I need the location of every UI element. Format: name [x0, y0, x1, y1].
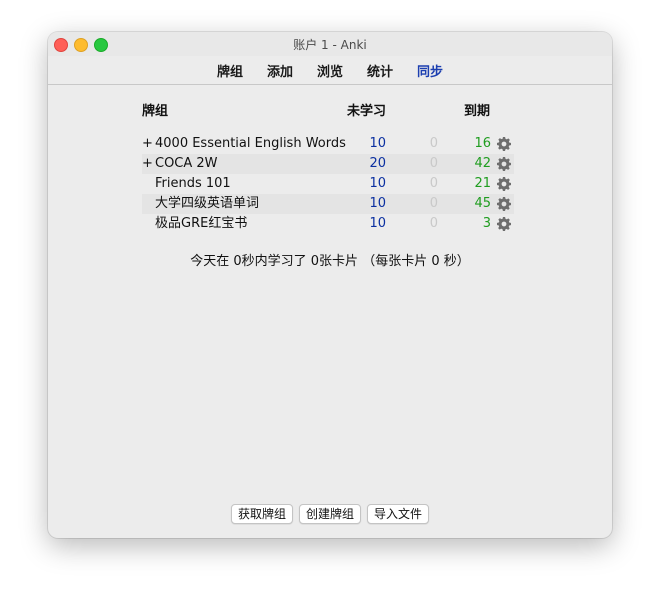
deck-row[interactable]: + COCA 2W 20 0 42 [142, 154, 514, 174]
create-deck-button[interactable]: 创建牌组 [298, 504, 361, 524]
title-bar[interactable]: 账户 1 - Anki [48, 32, 612, 56]
due-count: 21 [474, 176, 491, 191]
deck-row[interactable]: 极品GRE红宝书 10 0 3 [142, 214, 514, 234]
due-count: 3 [482, 216, 491, 231]
learn-count: 0 [429, 196, 438, 211]
learn-count: 0 [429, 156, 438, 171]
expand-toggle[interactable]: + [142, 154, 153, 174]
due-count: 42 [474, 156, 491, 171]
import-file-button[interactable]: 导入文件 [367, 504, 430, 524]
header-new: 未学习 [347, 104, 387, 119]
header-deck: 牌组 [142, 104, 169, 119]
deck-name[interactable]: 4000 Essential English Words [155, 134, 346, 154]
deck-name[interactable]: 极品GRE红宝书 [155, 214, 247, 234]
gear-icon[interactable] [496, 176, 512, 192]
gear-icon[interactable] [496, 136, 512, 152]
deck-row[interactable]: + 4000 Essential English Words 10 0 16 [142, 134, 514, 154]
new-count: 20 [369, 156, 386, 171]
get-shared-decks-button[interactable]: 获取牌组 [230, 504, 293, 524]
learn-count: 0 [429, 216, 438, 231]
deck-row[interactable]: 大学四级英语单词 10 0 45 [142, 194, 514, 214]
learn-count: 0 [429, 176, 438, 191]
learn-count: 0 [429, 136, 438, 151]
tab-sync[interactable]: 同步 [417, 61, 443, 80]
study-summary: 今天在 0秒内学习了 0张卡片 （每张卡片 0 秒） [190, 254, 470, 269]
tab-add[interactable]: 添加 [267, 61, 293, 80]
main-toolbar: 牌组 添加 浏览 统计 同步 [48, 56, 612, 85]
deck-name[interactable]: COCA 2W [155, 154, 218, 174]
new-count: 10 [369, 216, 386, 231]
new-count: 10 [369, 136, 386, 151]
anki-main-window: 账户 1 - Anki 牌组 添加 浏览 统计 同步 牌组 未学习 到期 + 4… [48, 32, 612, 538]
deck-name[interactable]: Friends 101 [155, 174, 231, 194]
new-count: 10 [369, 176, 386, 191]
deck-list-header: 牌组 未学习 到期 [48, 100, 612, 119]
tab-stats[interactable]: 统计 [367, 61, 393, 80]
due-count: 16 [474, 136, 491, 151]
expand-toggle[interactable]: + [142, 134, 153, 154]
gear-icon[interactable] [496, 216, 512, 232]
gear-icon[interactable] [496, 196, 512, 212]
bottom-button-bar: 获取牌组 创建牌组 导入文件 [48, 504, 612, 524]
gear-icon[interactable] [496, 156, 512, 172]
deck-name[interactable]: 大学四级英语单词 [155, 194, 259, 214]
tab-decks[interactable]: 牌组 [217, 61, 243, 80]
new-count: 10 [369, 196, 386, 211]
window-title: 账户 1 - Anki [293, 38, 367, 52]
deck-row[interactable]: Friends 101 10 0 21 [142, 174, 514, 194]
header-due: 到期 [464, 104, 491, 119]
due-count: 45 [474, 196, 491, 211]
tab-browse[interactable]: 浏览 [317, 61, 343, 80]
